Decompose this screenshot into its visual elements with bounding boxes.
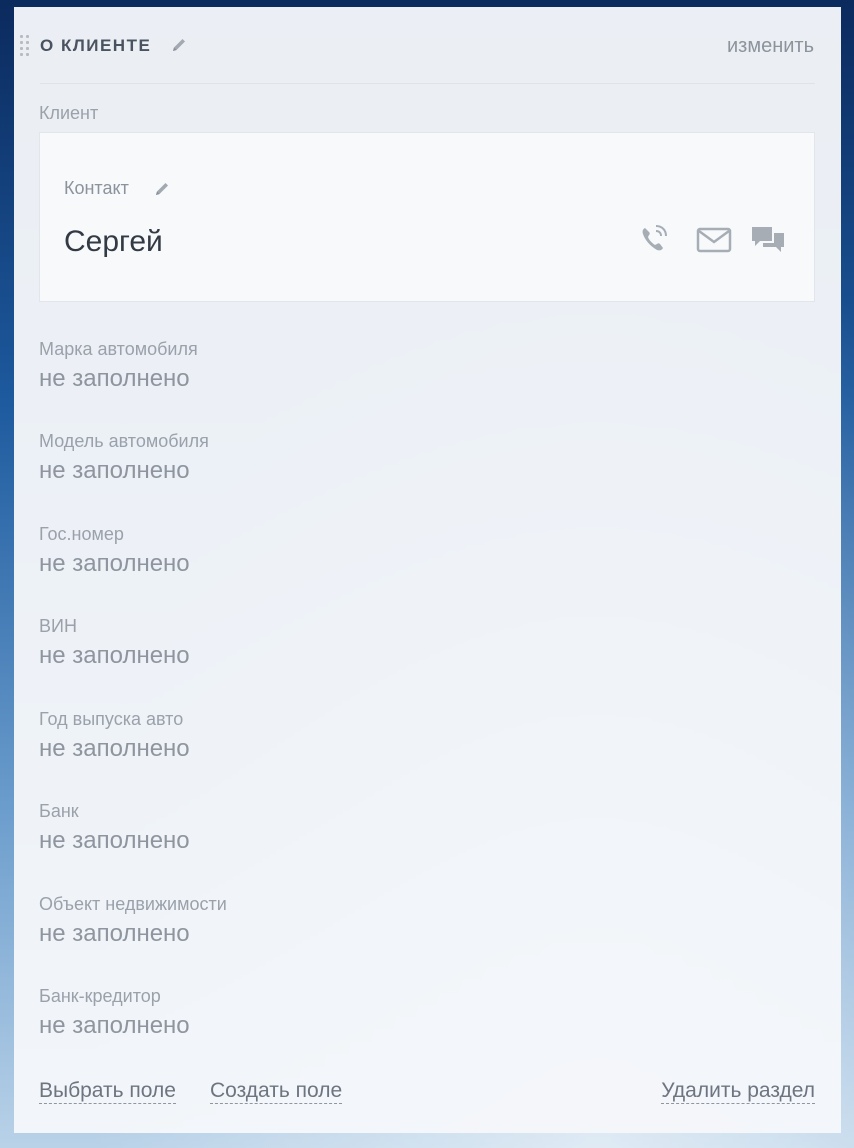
field-value[interactable]: не заполнено [39,826,190,856]
field-plate-number: Гос.номер не заполнено [39,523,190,579]
field-label: Год выпуска авто [39,709,184,729]
section-title: О КЛИЕНТЕ [40,36,152,55]
select-field-link[interactable]: Выбрать поле [39,1079,176,1104]
field-label: Банк-кредитор [39,986,161,1006]
change-link[interactable]: изменить [727,35,814,58]
delete-section-link[interactable]: Удалить раздел [661,1079,815,1104]
field-car-model: Модель автомобиля не заполнено [39,430,209,486]
edit-title-pencil-icon[interactable] [171,37,187,53]
field-car-year: Год выпуска авто не заполнено [39,708,190,764]
field-value[interactable]: не заполнено [39,734,190,764]
field-value[interactable]: не заполнено [39,456,209,486]
field-label: Гос.номер [39,524,124,544]
field-vin: ВИН не заполнено [39,615,190,671]
field-label: Модель автомобиля [39,431,209,451]
contact-label: Контакт [64,178,129,198]
field-real-estate: Объект недвижимости не заполнено [39,893,227,949]
field-value[interactable]: не заполнено [39,641,190,671]
edit-contact-pencil-icon[interactable] [154,181,170,197]
field-lender-bank: Банк-кредитор не заполнено [39,985,190,1041]
contact-name[interactable]: Сергей [64,225,163,259]
section-header: О КЛИЕНТЕ изменить [14,7,841,84]
chat-icon[interactable] [750,223,786,257]
field-value[interactable]: не заполнено [39,1011,190,1041]
field-label: Объект недвижимости [39,894,227,914]
field-bank: Банк не заполнено [39,800,190,856]
field-label: ВИН [39,616,77,636]
phone-icon[interactable] [638,223,670,255]
drag-handle-icon[interactable] [20,35,32,59]
create-field-link[interactable]: Создать поле [210,1079,343,1104]
client-info-panel: О КЛИЕНТЕ изменить Клиент Контакт Сергей [14,7,841,1133]
field-value[interactable]: не заполнено [39,919,227,949]
field-value[interactable]: не заполнено [39,364,198,394]
field-value[interactable]: не заполнено [39,549,190,579]
field-car-make: Марка автомобиля не заполнено [39,338,198,394]
field-label: Банк [39,801,79,821]
header-divider [40,83,815,84]
field-label: Марка автомобиля [39,339,198,359]
client-label: Клиент [39,103,99,123]
mail-icon[interactable] [696,223,732,255]
contact-card: Контакт Сергей [39,132,815,302]
